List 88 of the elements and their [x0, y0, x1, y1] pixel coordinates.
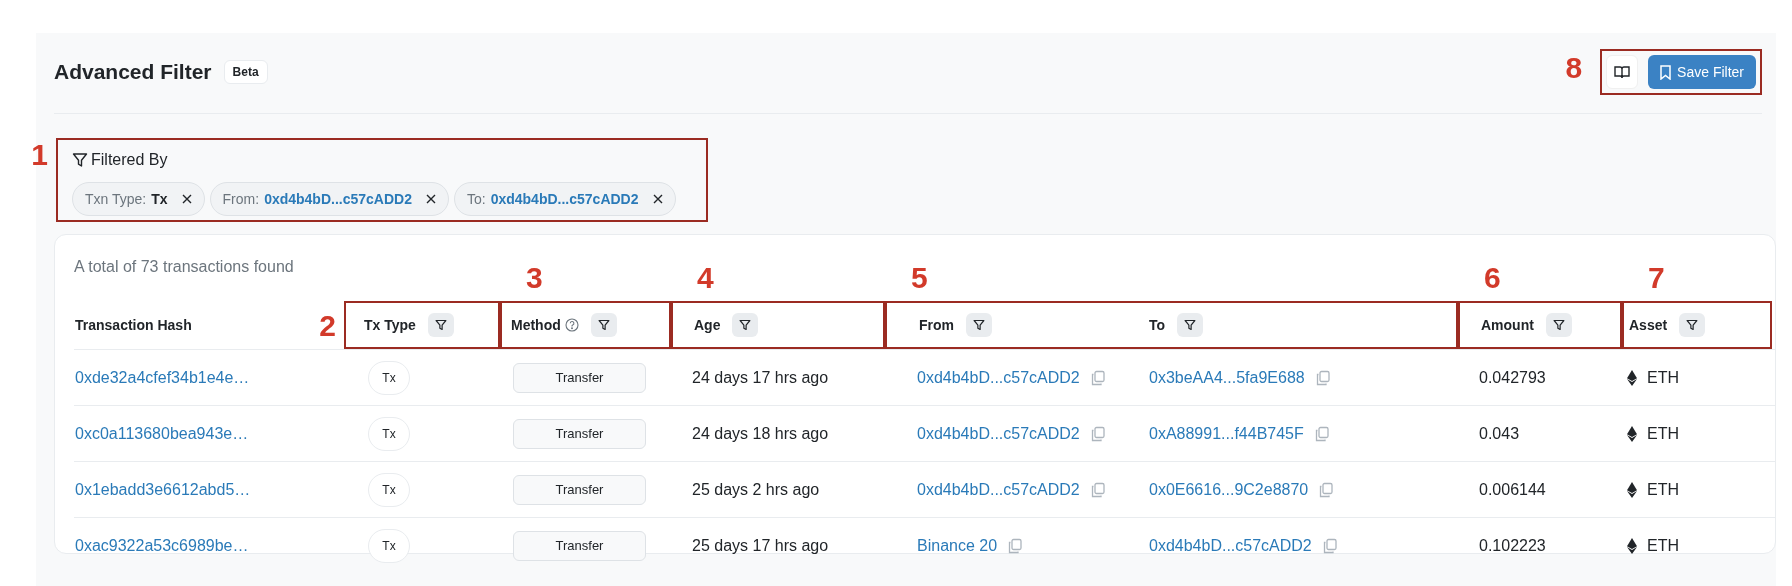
method-badge: Transfer — [513, 418, 646, 449]
address-link[interactable]: 0xA88991...f44B745F — [1149, 421, 1304, 446]
column-filter-button[interactable] — [427, 313, 454, 337]
address-link[interactable]: 0xd4b4bD...c57cADD2 — [1149, 533, 1312, 558]
callout-number: 8 — [1565, 53, 1583, 83]
address-link[interactable]: 0x0E6616...9C2e8870 — [1149, 477, 1309, 502]
age-text: 24 days 17 hrs ago — [692, 367, 829, 388]
filter-chip[interactable]: From: 0xd4b4bD...c57cADD2 — [209, 182, 449, 216]
asset-text: ETH — [1647, 367, 1679, 388]
age-text: 24 days 18 hrs ago — [692, 423, 829, 444]
filter-chip[interactable]: To: 0xd4b4bD...c57cADD2 — [453, 182, 676, 216]
column-filter-button[interactable] — [966, 313, 992, 337]
amount-text: 0.043 — [1479, 423, 1520, 444]
transaction-hash-link[interactable]: 0xc0a113680bea943e… — [75, 421, 249, 446]
callout-number: 7 — [1648, 263, 1665, 293]
amount-text: 0.042793 — [1479, 367, 1546, 388]
ethereum-icon — [1627, 369, 1637, 386]
column-header: Tx Type — [364, 315, 416, 335]
column-filter-button[interactable] — [590, 313, 617, 337]
column-header: Asset — [1629, 315, 1668, 335]
transaction-hash-link[interactable]: 0x1ebadd3e6612abd5… — [75, 477, 251, 502]
filter-icon — [973, 319, 985, 331]
asset-text: ETH — [1647, 535, 1679, 556]
column-header: Amount — [1481, 315, 1534, 335]
beta-badge: Beta — [223, 60, 268, 84]
tx-type-badge: Tx — [368, 416, 410, 451]
callout-number: 3 — [526, 263, 543, 293]
filter-icon — [72, 152, 88, 168]
callout-number: 5 — [911, 263, 928, 293]
chip-value: Tx — [151, 189, 168, 209]
amount-text: 0.102223 — [1479, 535, 1546, 556]
filter-icon — [434, 319, 447, 331]
page-title: Advanced Filter — [54, 59, 212, 86]
chip-label: Txn Type: — [85, 189, 147, 209]
address-link[interactable]: 0xd4b4bD...c57cADD2 — [917, 477, 1080, 502]
filtered-by-label: Filtered By — [91, 150, 168, 170]
column-filter-button[interactable] — [1679, 313, 1706, 337]
column-header: Age — [694, 315, 721, 335]
method-badge: Transfer — [513, 362, 646, 393]
chip-label: From: — [222, 189, 260, 209]
close-icon[interactable] — [652, 194, 663, 204]
age-text: 25 days 17 hrs ago — [692, 535, 829, 556]
filter-icon — [1552, 319, 1565, 331]
close-icon[interactable] — [181, 194, 192, 204]
callout-number: 2 — [319, 311, 336, 341]
filter-icon — [1686, 319, 1699, 331]
chip-value: 0xd4b4bD...c57cADD2 — [264, 189, 412, 209]
transaction-hash-link[interactable]: 0xac9322a53c6989be… — [75, 533, 249, 558]
docs-button[interactable] — [1606, 55, 1639, 89]
filter-icon — [739, 319, 752, 331]
method-badge: Transfer — [513, 474, 646, 505]
ethereum-icon — [1627, 481, 1637, 498]
chip-label: To: — [466, 189, 486, 209]
save-filter-button[interactable]: Save Filter — [1648, 55, 1756, 89]
column-header: From — [919, 315, 954, 335]
method-badge: Transfer — [513, 530, 646, 561]
address-link[interactable]: Binance 20 — [917, 533, 998, 558]
ethereum-icon — [1627, 537, 1637, 554]
callout-number: 1 — [31, 140, 48, 170]
address-link[interactable]: 0xd4b4bD...c57cADD2 — [917, 421, 1080, 446]
callout-number: 4 — [697, 263, 714, 293]
column-header: Transaction Hash — [75, 315, 192, 335]
address-link[interactable]: 0xd4b4bD...c57cADD2 — [917, 365, 1080, 390]
transaction-hash-link[interactable]: 0xde32a4cfef34b1e4e… — [75, 365, 250, 390]
amount-text: 0.006144 — [1479, 479, 1546, 500]
help-icon[interactable] — [564, 318, 579, 332]
callout-number: 6 — [1484, 263, 1501, 293]
filter-icon — [1184, 319, 1197, 331]
filter-icon — [597, 319, 610, 331]
column-filter-button[interactable] — [1177, 313, 1204, 337]
asset-text: ETH — [1647, 423, 1679, 444]
tx-type-badge: Tx — [368, 472, 410, 507]
age-text: 25 days 2 hrs ago — [692, 479, 820, 500]
column-header: Method — [511, 315, 561, 335]
tx-type-badge: Tx — [368, 528, 410, 563]
bookmark-icon — [1660, 64, 1672, 80]
filter-chip[interactable]: Txn Type: Tx — [72, 182, 205, 216]
address-link[interactable]: 0x3beAA4...5fa9E688 — [1149, 365, 1305, 390]
column-header: To — [1149, 315, 1166, 335]
column-filter-button[interactable] — [1545, 313, 1572, 337]
tx-type-badge: Tx — [368, 360, 410, 395]
asset-text: ETH — [1647, 479, 1679, 500]
column-filter-button[interactable] — [732, 313, 759, 337]
chip-value: 0xd4b4bD...c57cADD2 — [490, 189, 639, 209]
close-icon[interactable] — [425, 194, 436, 204]
ethereum-icon — [1627, 425, 1637, 442]
book-icon — [1614, 65, 1631, 79]
results-summary: A total of 73 transactions found — [74, 257, 294, 277]
